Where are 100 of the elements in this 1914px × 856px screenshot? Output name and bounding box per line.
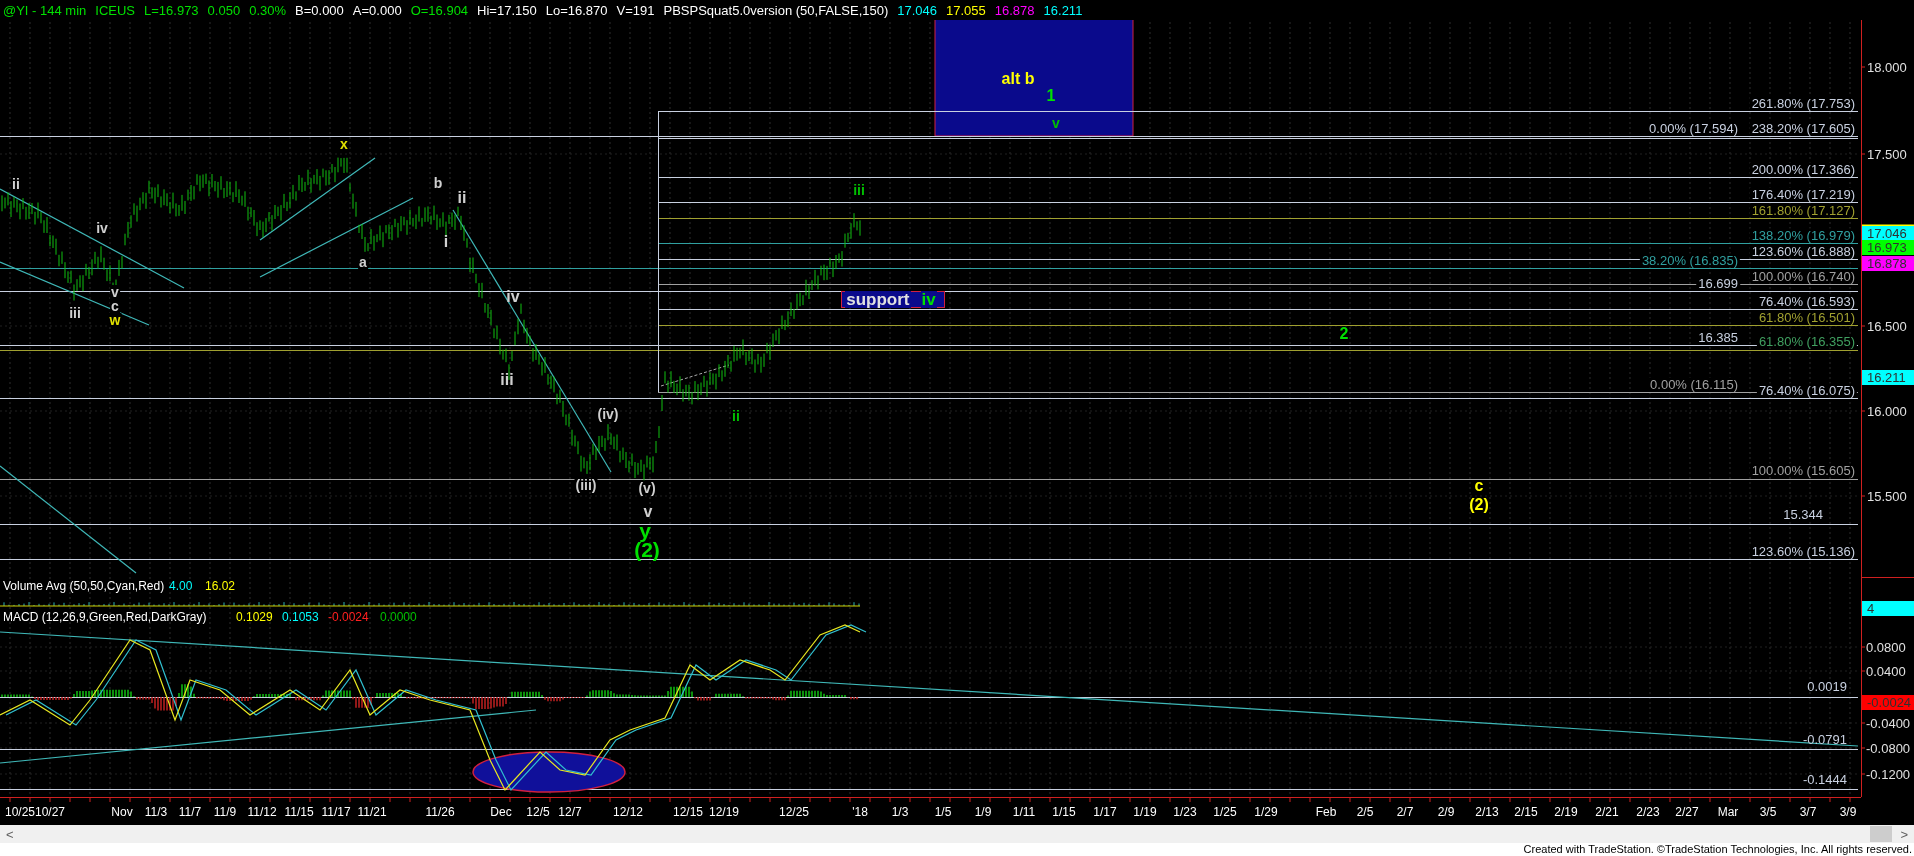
fib-level-label: 76.40% (16.075)	[1756, 383, 1857, 397]
date-axis-label: 2/7	[1396, 806, 1414, 818]
wave-label: (v)	[637, 481, 657, 495]
date-axis-label: 1/29	[1254, 806, 1278, 818]
wave-label: iv	[506, 289, 520, 305]
indicator-value: 0.1029	[236, 611, 273, 623]
macd-level-label: -0.0791	[1802, 732, 1847, 746]
fib-level-label: 100.00% (15.605)	[1749, 463, 1857, 477]
price-axis-label: 17.500	[1867, 147, 1907, 161]
scroll-right-button[interactable]: >	[1898, 827, 1910, 841]
fib-level-label: 238.20% (17.605)	[1749, 121, 1857, 135]
wave-label: v	[110, 285, 120, 299]
wave-label: ii	[11, 177, 21, 191]
fib-level-label: 61.80% (16.355)	[1756, 334, 1857, 348]
wave-label: c	[110, 299, 120, 313]
fib-level-label: 16.699	[1696, 276, 1740, 290]
quote-field-text: 17.046	[897, 3, 938, 17]
date-axis-label: 12/7	[558, 806, 582, 818]
date-axis-label: 12/19	[709, 806, 739, 818]
date-axis-label: 2/15	[1514, 806, 1538, 818]
wave-label: iv	[920, 291, 937, 308]
volume-badge: 4	[1862, 601, 1914, 616]
wave-label: v	[643, 504, 653, 520]
footer-copyright-text: Created with TradeStation. ©TradeStation Technologies, Inc. All rights reserved.	[1523, 844, 1912, 855]
indicator-value: 0.1053	[282, 611, 319, 623]
quote-field-text: 0.050	[207, 3, 241, 17]
quote-field-text: 17.055	[946, 3, 986, 17]
date-axis-label: Feb	[1315, 806, 1337, 818]
fib-level-label: 0.00% (17.594)	[1647, 121, 1740, 135]
fib-level-label: 61.80% (16.501)	[1756, 310, 1857, 324]
wave-label: ii	[457, 190, 467, 206]
date-axis-label: 3/9	[1839, 806, 1857, 818]
scroll-left-button[interactable]: <	[4, 827, 16, 841]
date-axis-label: 1/3	[891, 806, 909, 818]
indicator-value: 16.02	[205, 580, 236, 592]
quote-field-text: PBSPSquat5.0version (50,FALSE,150)	[663, 3, 889, 17]
wave-label: c	[1474, 478, 1484, 494]
macd-axis-label: -0.1200	[1866, 767, 1911, 781]
date-axis-label: 11/21	[357, 806, 387, 818]
date-axis-label: 10/25	[5, 806, 35, 818]
quote-field-text: O=16.904	[410, 3, 469, 17]
date-axis-label: 2/9	[1437, 806, 1455, 818]
wave-label: v	[1051, 116, 1061, 130]
date-axis-label: 1/25	[1213, 806, 1237, 818]
date-axis-label: 2/19	[1554, 806, 1578, 818]
quote-field-text: A=0.000	[352, 3, 402, 17]
date-axis-label: 11/26	[425, 806, 455, 818]
wave-label: iv	[95, 221, 109, 235]
date-axis-label: 2/5	[1356, 806, 1374, 818]
date-axis-label: 11/17	[321, 806, 351, 818]
price-axis-label: 16.500	[1867, 319, 1907, 333]
quote-field-text: 0.30%	[249, 3, 287, 17]
date-axis-label: 11/3	[144, 806, 168, 818]
fib-level-label: 261.80% (17.753)	[1749, 96, 1857, 110]
date-axis-label: 12/15	[673, 806, 703, 818]
date-axis-label: 1/5	[934, 806, 952, 818]
indicator-value: -0.0024	[328, 611, 369, 623]
scrollbar-thumb[interactable]	[1870, 826, 1893, 842]
date-axis-label: 1/9	[974, 806, 992, 818]
wave-label: i	[443, 234, 449, 250]
quote-field-text: @YI - 144 min	[3, 3, 87, 17]
macd-axis-label: 0.0400	[1866, 664, 1906, 678]
wave-label: b	[432, 176, 444, 190]
fib-level-label: 176.40% (17.219)	[1749, 187, 1857, 201]
wave-label: (iii)	[574, 478, 598, 492]
date-axis-label: 2/27	[1675, 806, 1699, 818]
wave-label: alt b	[1001, 71, 1035, 87]
wave-label: iii	[68, 306, 82, 320]
indicator-title: Volume Avg (50,50,Cyan,Red)	[3, 580, 165, 592]
fib-level-label: 15.344	[1781, 507, 1825, 521]
fib-level-label: 200.00% (17.366)	[1749, 162, 1857, 176]
date-axis-label: 3/7	[1799, 806, 1817, 818]
wave-label: support	[845, 291, 911, 308]
price-axis-label: 18.000	[1867, 60, 1907, 74]
date-axis-label: 2/21	[1595, 806, 1619, 818]
indicator-value: 0.0000	[380, 611, 417, 623]
macd-level-label: 0.0019	[1807, 679, 1847, 693]
date-axis-label: '18	[852, 806, 868, 818]
quote-field-text: L=16.973	[144, 3, 199, 17]
indicator-title: MACD (12,26,9,Green,Red,DarkGray)	[3, 611, 207, 623]
date-axis-label: 1/23	[1173, 806, 1197, 818]
quote-field-text: ICEUS	[95, 3, 135, 17]
price-badge: 16.211	[1862, 370, 1914, 385]
date-axis-label: Nov	[111, 806, 133, 818]
wave-label: 1	[1046, 88, 1056, 104]
price-badge: 16.973	[1862, 240, 1914, 255]
price-axis-label: 16.000	[1867, 404, 1907, 418]
quote-field-text: V=191	[616, 3, 655, 17]
wave-label: iii	[500, 372, 514, 388]
price-axis-label: 15.500	[1867, 489, 1907, 503]
wave-label: iii	[852, 183, 866, 197]
date-axis-label: 11/7	[178, 806, 202, 818]
wave-label: (iv)	[596, 407, 620, 421]
fib-level-label: 16.385	[1696, 330, 1740, 344]
fib-level-label: 38.20% (16.835)	[1639, 253, 1740, 267]
macd-level-label: -0.1444	[1802, 772, 1847, 786]
date-axis-label: 1/11	[1012, 806, 1036, 818]
date-axis-label: 1/15	[1052, 806, 1076, 818]
macd-axis-label: 0.0800	[1866, 640, 1906, 654]
quote-field-text: Lo=16.870	[545, 3, 608, 17]
